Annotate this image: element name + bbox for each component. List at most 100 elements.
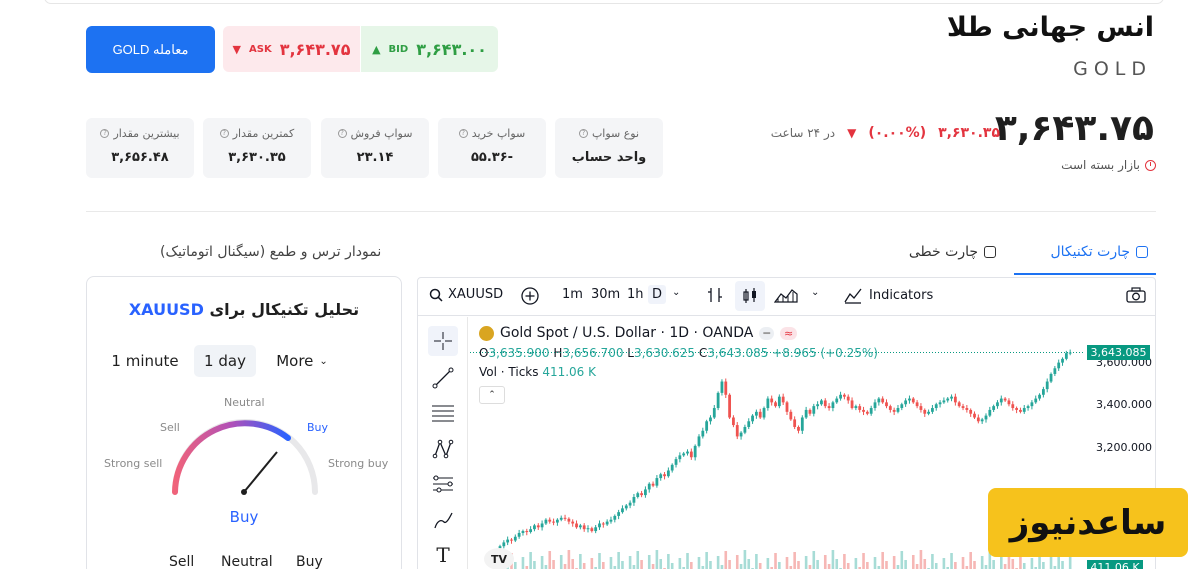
- candle-body: [617, 512, 621, 516]
- page-title: انس جهانی طلا: [946, 12, 1154, 43]
- add-symbol-button[interactable]: [520, 286, 540, 306]
- volume-bar: [567, 550, 571, 569]
- volume-bar: [602, 562, 605, 569]
- info-icon[interactable]: ?: [219, 129, 229, 138]
- y-axis-tick: 3,200.000: [1096, 441, 1152, 454]
- timeframe-more[interactable]: More ⌄: [266, 345, 338, 377]
- candle-body: [521, 531, 525, 533]
- interval-30m[interactable]: 30m: [591, 287, 620, 302]
- analysis-title: تحلیل تکنیکال برای XAUUSD: [86, 300, 402, 319]
- brush-icon: [434, 512, 453, 529]
- up-arrow-icon: ▲: [372, 42, 381, 56]
- indicators-label: Indicators: [869, 287, 934, 303]
- candle-body: [682, 453, 686, 456]
- volume-bar: [808, 565, 812, 569]
- volume-bar: [984, 565, 988, 569]
- candle-body: [938, 402, 942, 405]
- stat-label: سواپ فروش: [350, 127, 413, 140]
- candle-body: [697, 436, 701, 446]
- volume-bar: [739, 564, 743, 569]
- candle-body: [758, 411, 762, 418]
- chevron-down-icon: ⌄: [811, 287, 820, 298]
- candle-body: [839, 394, 842, 399]
- volume-bar: [705, 552, 708, 569]
- horizontal-lines-tool[interactable]: [428, 398, 458, 428]
- volume-bar: [961, 557, 965, 569]
- area-style-button[interactable]: [774, 286, 798, 304]
- candle-body: [674, 459, 678, 465]
- analysis-title-prefix: تحلیل تکنیکال برای: [209, 300, 360, 319]
- volume-bar: [686, 553, 689, 569]
- timeframe-1-minute[interactable]: 1 minute: [106, 345, 184, 377]
- gauge-strong-buy-label: Strong buy: [328, 457, 389, 470]
- volume-bar: [621, 561, 624, 569]
- pattern-tool[interactable]: [428, 434, 458, 464]
- candle-body: [854, 406, 858, 409]
- volume-bar: [843, 554, 846, 569]
- brush-tool[interactable]: [428, 505, 458, 535]
- bid-quote: ▲ BID ۳,۶۴۳.۰۰: [361, 26, 498, 72]
- volume-bar: [609, 557, 613, 569]
- prediction-tool[interactable]: [428, 469, 458, 499]
- previous-price: ۳,۶۳۰.۳۵: [938, 125, 1000, 141]
- trend-line-tool[interactable]: [428, 363, 458, 393]
- top-card-edge: [44, 0, 1164, 4]
- candle-body: [846, 396, 850, 401]
- snapshot-button[interactable]: [1125, 286, 1147, 304]
- candle-body: [1041, 389, 1045, 395]
- info-icon[interactable]: ?: [337, 129, 347, 138]
- candle-body: [865, 411, 869, 414]
- candle-body: [774, 402, 777, 407]
- volume-bar: [514, 562, 517, 569]
- candle-body: [567, 518, 571, 522]
- gauge-fill: [172, 420, 291, 495]
- period-label: در ۲۴ ساعت: [770, 126, 836, 140]
- interval-d[interactable]: D: [648, 285, 667, 304]
- volume-bar: [670, 563, 674, 569]
- interval-1h[interactable]: 1h: [627, 287, 644, 302]
- gauge-strong-sell-label: Strong sell: [104, 457, 163, 470]
- volume-bar: [999, 555, 1003, 569]
- symbol-search[interactable]: XAUUSD: [429, 287, 503, 302]
- gauge-buy-label: Buy: [307, 421, 329, 434]
- volume-bar: [892, 556, 896, 569]
- volume-bar: [640, 560, 643, 569]
- stat-value: -۵۵.۳۶: [470, 150, 514, 165]
- info-icon[interactable]: ?: [100, 129, 110, 138]
- candle-body: [911, 398, 915, 403]
- volume-bar: [690, 562, 693, 569]
- candle-body: [582, 525, 586, 530]
- bar-style-button[interactable]: [706, 286, 724, 304]
- candle-body: [632, 497, 636, 503]
- crosshair-tool[interactable]: [428, 326, 458, 356]
- candle-body: [781, 396, 785, 403]
- y-axis-tick: 3,400.000: [1096, 398, 1152, 411]
- trade-gold-button[interactable]: معامله GOLD: [86, 26, 215, 73]
- tab-technical-chart[interactable]: چارت تکنیکال: [1050, 244, 1148, 260]
- indicators-button[interactable]: Indicators: [844, 286, 933, 304]
- info-icon[interactable]: ?: [578, 129, 588, 138]
- volume-bar: [1030, 558, 1034, 569]
- candle-body: [724, 381, 728, 395]
- candle-body: [590, 528, 594, 532]
- candle-body: [686, 451, 689, 454]
- chart-style-dropdown[interactable]: ⌄: [811, 287, 819, 298]
- volume-bar: [1068, 556, 1072, 569]
- interval-1m[interactable]: 1m: [562, 287, 583, 302]
- volume-bar: [846, 563, 850, 569]
- candle-body: [598, 523, 601, 528]
- candles-style-button[interactable]: [735, 281, 765, 311]
- tab-line-chart[interactable]: چارت خطی: [909, 244, 996, 260]
- info-icon[interactable]: ?: [458, 129, 468, 138]
- candle-body: [881, 398, 885, 403]
- timeframe-1-day[interactable]: 1 day: [194, 345, 256, 377]
- candle-body: [628, 502, 632, 506]
- candle-body: [529, 529, 533, 533]
- stat-value: ۲۳.۱۴: [356, 150, 394, 165]
- interval-dropdown[interactable]: ⌄: [672, 287, 680, 298]
- text-tool[interactable]: T: [428, 540, 458, 569]
- volume-bar: [651, 564, 655, 569]
- volume-bar: [827, 564, 831, 569]
- candle-body: [762, 408, 766, 418]
- volume-bar: [1049, 557, 1053, 569]
